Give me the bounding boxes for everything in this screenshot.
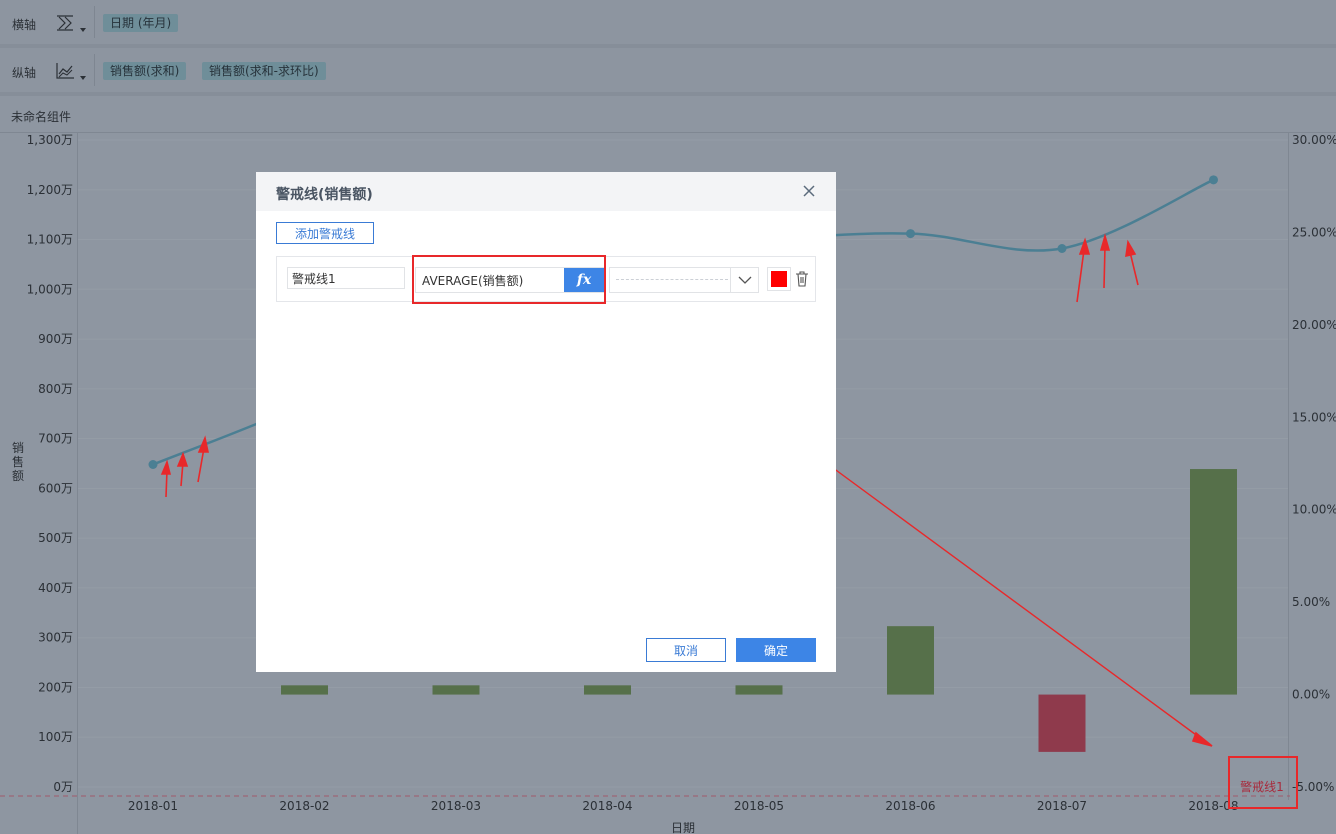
- left-axis-tick-label: 600万: [38, 481, 73, 495]
- formula-highlight: [412, 255, 606, 304]
- chevron-down-icon[interactable]: [80, 28, 86, 32]
- bar-2018-06: [887, 626, 934, 695]
- left-axis-tick-label: 1,300万: [27, 133, 73, 147]
- right-axis-tick-label: 15.00%: [1292, 410, 1336, 424]
- left-axis-tick-label: 0万: [53, 780, 73, 794]
- chevron-down-icon[interactable]: [730, 268, 759, 292]
- x-axis-tick-label: 2018-03: [431, 799, 481, 813]
- left-axis-tick-label: 1,100万: [27, 233, 73, 247]
- chart-type-icon[interactable]: [54, 13, 76, 33]
- x-axis-tick-label: 2018-06: [885, 799, 935, 813]
- line-chart-icon[interactable]: [54, 61, 76, 81]
- x-axis-tick-label: 2018-04: [582, 799, 632, 813]
- right-axis-tick-label: 20.00%: [1292, 318, 1336, 332]
- left-axis-tick-label: 700万: [38, 432, 73, 446]
- right-axis-tick-label: -5.00%: [1292, 780, 1334, 794]
- bar-2018-04: [584, 685, 631, 695]
- left-axis-tick-label: 400万: [38, 581, 73, 595]
- line-point-2018-07: [1057, 243, 1067, 253]
- bar-2018-08: [1190, 469, 1237, 695]
- warning-line-label: 警戒线1: [1240, 779, 1284, 794]
- bar-2018-03: [432, 685, 480, 695]
- y-axis-title-char: 销: [12, 441, 24, 455]
- right-axis-tick-label: 0.00%: [1292, 688, 1330, 702]
- left-axis-tick-label: 1,000万: [27, 282, 73, 296]
- left-axis-tick-label: 1,200万: [27, 183, 73, 197]
- component-title: 未命名组件: [11, 110, 72, 124]
- color-swatch-fill: [771, 271, 787, 287]
- y-axis-shelf-label: 纵轴: [12, 66, 37, 80]
- y-axis-field-pill-mom[interactable]: 销售额(求和-求环比): [202, 62, 326, 80]
- bar-2018-07: [1038, 694, 1086, 752]
- dashed-line-preview: [616, 279, 728, 280]
- dialog-title: 警戒线(销售额): [276, 187, 373, 203]
- right-axis-tick-label: 25.00%: [1292, 225, 1336, 239]
- ok-button[interactable]: 确定: [736, 638, 816, 662]
- warning-line-dialog: 警戒线(销售额) 添加警戒线 AVERAGE(销售额) fx 取消 确定: [256, 172, 836, 672]
- right-axis-tick-label: 30.00%: [1292, 133, 1336, 147]
- y-axis-title-char: 售: [12, 454, 24, 469]
- x-axis-title: 日期: [671, 821, 695, 834]
- x-axis-tick-label: 2018-08: [1188, 799, 1238, 813]
- bar-2018-02: [281, 685, 328, 695]
- warning-line-name-input[interactable]: [287, 267, 405, 289]
- close-icon[interactable]: [802, 184, 816, 198]
- left-axis-tick-label: 500万: [38, 531, 73, 545]
- y-axis-title: 销售额: [12, 441, 24, 483]
- x-axis-tick-label: 2018-07: [1037, 799, 1087, 813]
- y-axis-title-char: 额: [12, 469, 24, 483]
- x-axis-field-pill[interactable]: 日期 (年月): [103, 14, 179, 32]
- left-axis-tick-label: 800万: [38, 382, 73, 396]
- trash-icon[interactable]: [795, 271, 809, 287]
- color-picker[interactable]: [767, 267, 791, 291]
- line-point-2018-01: [148, 459, 158, 469]
- x-axis-tick-label: 2018-02: [279, 799, 329, 813]
- x-axis-shelf-label: 横轴: [12, 18, 37, 32]
- shelf-divider: [94, 6, 95, 38]
- chevron-down-icon[interactable]: [80, 76, 86, 80]
- x-axis-tick-label: 2018-05: [734, 799, 784, 813]
- left-axis-tick-label: 200万: [38, 680, 73, 694]
- shelf-divider: [94, 54, 95, 86]
- shelf-separator: [0, 92, 1336, 96]
- x-axis-shelf: 横轴 日期 (年月): [0, 0, 1336, 44]
- cancel-button[interactable]: 取消: [646, 638, 726, 662]
- y-axis-field-pill-sum[interactable]: 销售额(求和): [103, 62, 187, 80]
- right-axis-tick-label: 10.00%: [1292, 503, 1336, 517]
- left-axis-tick-label: 100万: [38, 730, 73, 744]
- dialog-header: 警戒线(销售额): [256, 172, 836, 211]
- line-point-2018-08: [1209, 175, 1218, 185]
- y-axis-shelf: 纵轴 销售额(求和) 销售额(求和-求环比): [0, 48, 1336, 92]
- add-warning-line-button[interactable]: 添加警戒线: [276, 222, 374, 244]
- right-axis-tick-label: 5.00%: [1292, 595, 1330, 609]
- x-axis-tick-label: 2018-01: [128, 799, 178, 813]
- line-point-2018-06: [906, 229, 915, 239]
- left-axis-tick-label: 900万: [38, 332, 73, 346]
- bar-2018-05: [735, 685, 783, 695]
- line-style-select[interactable]: [609, 267, 759, 293]
- left-axis-tick-label: 300万: [38, 631, 73, 645]
